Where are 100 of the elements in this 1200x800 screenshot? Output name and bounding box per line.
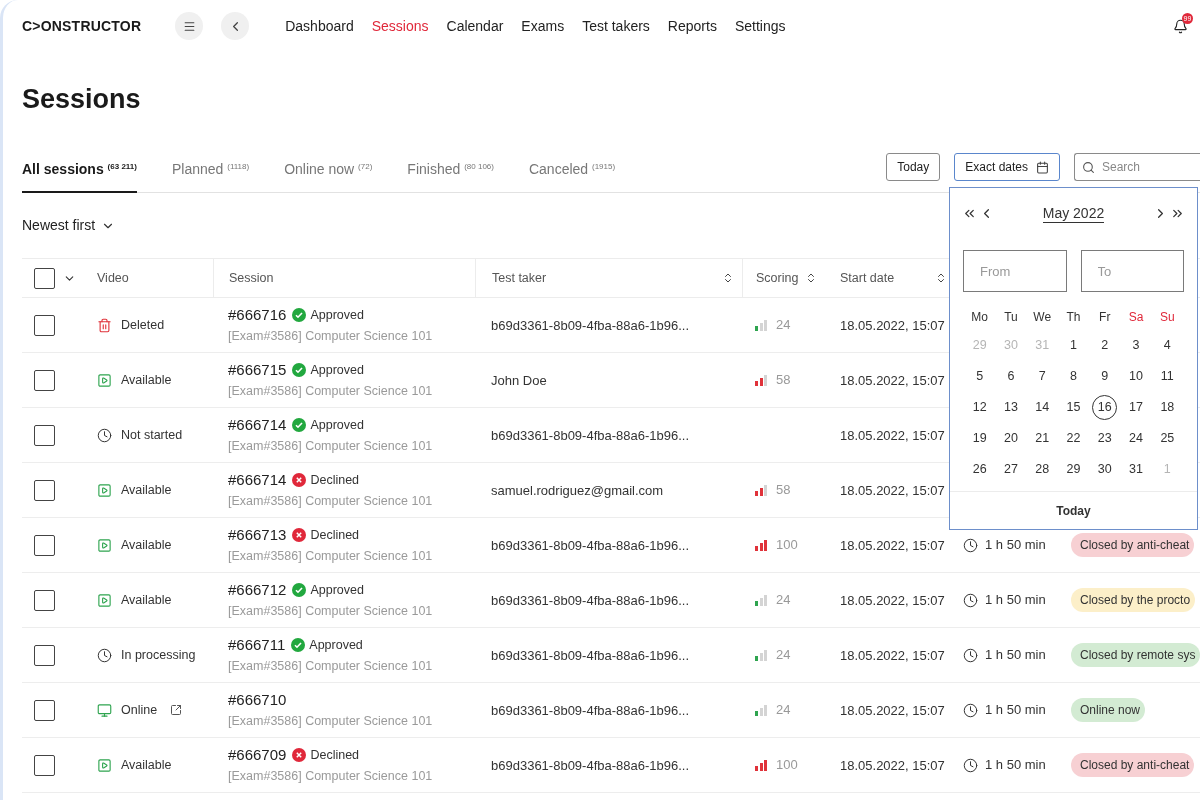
video-status: Available <box>121 756 172 774</box>
select-all-checkbox[interactable] <box>34 267 55 289</box>
exam-name: [Exam#3586] Computer Science 101 <box>228 437 433 455</box>
nav-link[interactable]: Calendar <box>446 15 504 37</box>
calendar-day[interactable]: 5 <box>967 364 993 389</box>
exam-name: [Exam#3586] Computer Science 101 <box>228 492 433 510</box>
calendar-day[interactable]: 10 <box>1123 364 1149 389</box>
calendar-day[interactable]: 28 <box>1029 457 1055 482</box>
sort-icon[interactable] <box>722 272 734 284</box>
calendar-day[interactable]: 19 <box>967 426 993 451</box>
start-date: 18.05.2022, 15:07 <box>840 318 945 333</box>
row-checkbox[interactable] <box>34 754 55 776</box>
calendar-day[interactable]: 24 <box>1123 426 1149 451</box>
x-circle-icon <box>292 473 307 487</box>
calendar-day[interactable]: 22 <box>1061 426 1086 451</box>
calendar-day[interactable]: 4 <box>1154 333 1180 358</box>
row-checkbox[interactable] <box>34 699 55 721</box>
calendar-day[interactable]: 13 <box>998 395 1024 420</box>
calendar-day[interactable]: 2 <box>1092 333 1118 358</box>
exam-name: [Exam#3586] Computer Science 101 <box>228 712 433 730</box>
logo: C>ONSTRUCTOR <box>22 16 142 36</box>
external-link-icon[interactable] <box>170 704 183 716</box>
tab[interactable]: Planned $^{(1118)}$ <box>171 159 250 193</box>
calendar-day[interactable]: 8 <box>1061 364 1086 389</box>
weekday-label: Fr <box>1099 309 1111 326</box>
check-circle-icon <box>292 583 307 597</box>
to-field[interactable]: To <box>1080 250 1184 292</box>
nav-link[interactable]: Settings <box>734 15 786 37</box>
exact-dates-button[interactable]: Exact dates <box>954 153 1060 181</box>
duration: 1 h 50 min <box>985 646 1046 665</box>
status-tag: Online now <box>1071 698 1146 722</box>
calendar-day[interactable]: 20 <box>998 426 1024 451</box>
tab[interactable]: Online now $^{(72)}$ <box>284 159 373 193</box>
session-id: #666713 <box>228 524 287 545</box>
row-checkbox[interactable] <box>34 644 55 666</box>
decision-label: Approved <box>310 306 364 324</box>
calendar-day[interactable]: 6 <box>998 364 1024 389</box>
clock-icon <box>963 647 978 663</box>
nav-link[interactable]: Test takers <box>582 15 650 37</box>
start-date: 18.05.2022, 15:07 <box>840 703 945 718</box>
test-taker: b69d3361-8b09-4fba-88a6-1b96... <box>491 648 690 663</box>
decision-label: Declined <box>310 471 360 489</box>
duration: 1 h 50 min <box>985 591 1046 610</box>
today-button[interactable]: Today <box>1056 501 1091 520</box>
weekday-label: Mo <box>971 309 988 326</box>
row-checkbox[interactable] <box>34 534 55 556</box>
calendar-day[interactable]: 9 <box>1092 364 1118 389</box>
weekday-label: Th <box>1066 309 1081 326</box>
video-status: Not started <box>121 426 183 444</box>
exam-name: [Exam#3586] Computer Science 101 <box>228 382 433 400</box>
x-circle-icon <box>292 748 307 762</box>
calendar-day[interactable]: 21 <box>1029 426 1055 451</box>
month-selector[interactable]: May 2022 <box>1042 203 1105 223</box>
calendar-day[interactable]: 14 <box>1029 395 1055 420</box>
from-field[interactable]: From <box>963 250 1067 292</box>
calendar-day[interactable]: 7 <box>1029 364 1055 389</box>
row-checkbox[interactable] <box>34 424 55 446</box>
sort-icon[interactable] <box>805 272 817 284</box>
status-tag: Closed by remote sys <box>1071 643 1200 667</box>
column-header[interactable]: Test taker <box>492 268 547 288</box>
tab[interactable]: Canceled $^{(1915)}$ <box>528 159 616 193</box>
nav-link[interactable]: Reports <box>667 15 717 37</box>
calendar-day[interactable]: 15 <box>1061 395 1086 420</box>
menu-button[interactable] <box>175 12 204 40</box>
calendar-day[interactable]: 29 <box>1061 457 1086 482</box>
decision-label: Declined <box>310 526 360 544</box>
calendar-day[interactable]: 27 <box>998 457 1024 482</box>
tab[interactable]: All sessions $^{(63 211)}$ <box>22 159 137 193</box>
calendar-day[interactable]: 30 <box>1092 457 1118 482</box>
row-checkbox[interactable] <box>34 589 55 611</box>
calendar-day[interactable]: 25 <box>1154 426 1180 451</box>
start-date: 18.05.2022, 15:07 <box>840 373 945 388</box>
tab[interactable]: Finished $^{(80 106)}$ <box>407 159 494 193</box>
weekday-label: Su <box>1160 309 1175 326</box>
calendar-day[interactable]: 31 <box>1123 457 1149 482</box>
row-checkbox[interactable] <box>34 314 55 336</box>
calendar-day[interactable]: 11 <box>1154 364 1180 389</box>
nav-link[interactable]: Exams <box>521 15 565 37</box>
score-value: 100 <box>776 536 798 555</box>
test-taker: samuel.rodriguez@gmail.com <box>491 483 664 498</box>
search-field[interactable]: Search <box>1074 153 1200 181</box>
calendar-day[interactable]: 1 <box>1061 333 1086 358</box>
row-checkbox[interactable] <box>34 479 55 501</box>
column-header[interactable]: Scoring <box>756 268 799 288</box>
column-header[interactable]: Start date <box>840 268 895 288</box>
calendar-day[interactable]: 17 <box>1123 395 1149 420</box>
sort-dropdown[interactable]: Newest first <box>22 215 116 236</box>
calendar-day[interactable]: 18 <box>1154 395 1180 420</box>
calendar-day[interactable]: 12 <box>967 395 993 420</box>
nav-link[interactable]: Sessions <box>371 15 429 37</box>
calendar-day[interactable]: 26 <box>967 457 993 482</box>
calendar-day[interactable]: 3 <box>1123 333 1149 358</box>
video-status: Available <box>121 481 172 499</box>
today-button[interactable]: Today <box>886 153 941 181</box>
exam-name: [Exam#3586] Computer Science 101 <box>228 767 433 785</box>
row-checkbox[interactable] <box>34 369 55 391</box>
nav-link[interactable]: Dashboard <box>285 15 354 37</box>
calendar-day[interactable]: 23 <box>1092 426 1118 451</box>
sort-icon[interactable] <box>935 272 947 284</box>
check-circle-icon <box>292 418 307 432</box>
